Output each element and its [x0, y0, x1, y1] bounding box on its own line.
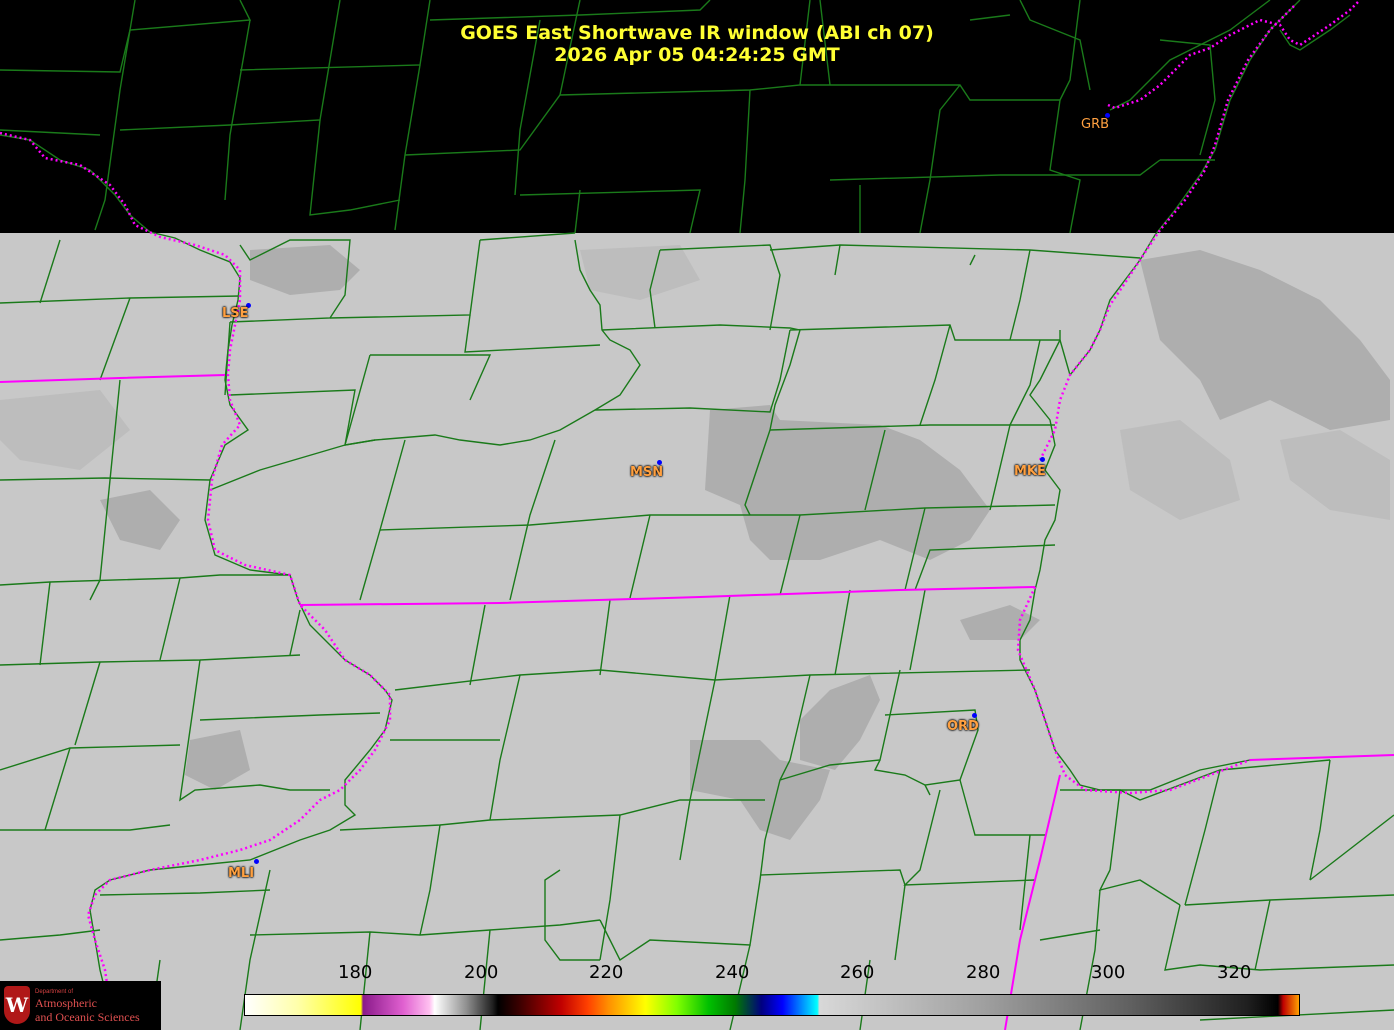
- city-label-mli: MLI: [228, 866, 255, 881]
- city-label-lse: LSE: [222, 306, 249, 321]
- city-label-mke: MKE: [1014, 464, 1046, 479]
- satellite-map: [0, 0, 1394, 1030]
- colorbar-tick-220: 220: [589, 962, 624, 983]
- temperature-colorbar: [244, 994, 1300, 1016]
- aos-logo: W Department of Atmospheric and Oceanic …: [0, 981, 161, 1030]
- map-title: GOES East Shortwave IR window (ABI ch 07…: [460, 22, 934, 44]
- colorbar-tick-320: 320: [1217, 962, 1252, 983]
- city-dot-mli: [254, 859, 259, 864]
- colorbar-tick-200: 200: [464, 962, 499, 983]
- colorbar-tick-240: 240: [715, 962, 750, 983]
- city-label-grb: GRB: [1081, 117, 1110, 132]
- map-timestamp: 2026 Apr 05 04:24:25 GMT: [554, 44, 840, 66]
- city-dot-ord: [972, 713, 977, 718]
- logo-line2: and Oceanic Sciences: [35, 1010, 140, 1024]
- colorbar-tick-180: 180: [338, 962, 373, 983]
- city-label-ord: ORD: [947, 719, 979, 734]
- uw-crest-icon: W: [4, 986, 30, 1024]
- logo-line1: Atmospheric: [35, 996, 97, 1010]
- colorbar-tick-260: 260: [840, 962, 875, 983]
- city-dot-mke: [1040, 457, 1045, 462]
- colorbar-tick-280: 280: [966, 962, 1001, 983]
- city-label-msn: MSN: [630, 465, 664, 480]
- logo-dept: Department of: [35, 989, 74, 995]
- colorbar-tick-300: 300: [1091, 962, 1126, 983]
